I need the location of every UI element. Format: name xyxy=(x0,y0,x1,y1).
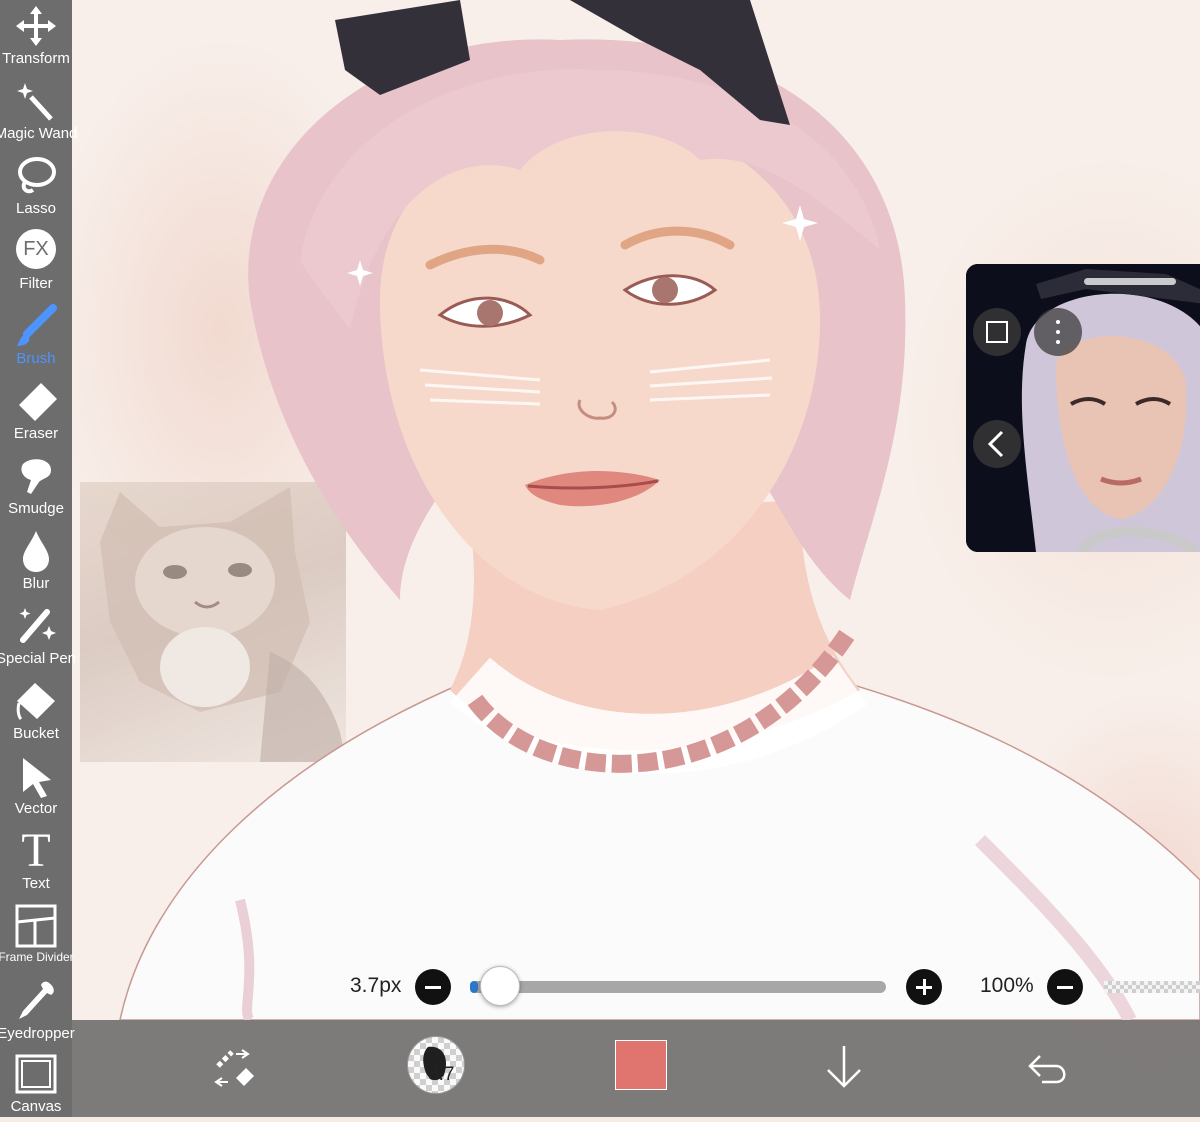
more-dots-icon[interactable] xyxy=(1034,308,1082,356)
tool-label: Eraser xyxy=(13,425,59,442)
opacity-slider[interactable] xyxy=(1104,981,1200,993)
brush-thumbnail-value: 3.7 xyxy=(428,1064,455,1085)
tool-label: Smudge xyxy=(8,500,64,517)
tool-eraser[interactable]: Eraser xyxy=(0,375,72,449)
tool-magic-wand[interactable]: Magic Wand xyxy=(0,75,77,149)
brush-size-minus-button[interactable] xyxy=(415,969,451,1005)
pip-handle[interactable] xyxy=(1084,278,1176,285)
tool-label: Frame Divider xyxy=(0,950,74,964)
fx-icon: FX xyxy=(16,229,56,269)
text-icon: T xyxy=(21,824,51,877)
picture-in-picture-video[interactable] xyxy=(966,264,1200,552)
vector-arrow-icon xyxy=(23,758,51,798)
stop-square-icon[interactable] xyxy=(973,308,1021,356)
tool-filter[interactable]: FX Filter xyxy=(0,225,72,299)
brush-icon xyxy=(17,304,57,346)
color-swatch[interactable] xyxy=(615,1040,667,1090)
bucket-icon xyxy=(16,683,55,721)
tool-label: Magic Wand xyxy=(0,125,78,142)
tool-eyedropper[interactable]: Eyedropper xyxy=(0,975,75,1049)
tool-smudge[interactable]: Smudge xyxy=(0,450,72,524)
tool-label: Bucket xyxy=(13,725,59,742)
brush-size-label: 3.7px xyxy=(350,974,402,997)
brush-size-slider-thumb[interactable] xyxy=(479,966,520,1006)
tool-label: Brush xyxy=(16,350,56,367)
tool-frame-divider[interactable]: Frame Divider xyxy=(0,900,74,974)
tool-label: Blur xyxy=(22,575,50,592)
brush-thumbnail[interactable]: 3.7 xyxy=(407,1036,465,1094)
lasso-icon xyxy=(18,157,56,194)
tool-label: Eyedropper xyxy=(0,1025,75,1042)
tool-bucket[interactable]: Bucket xyxy=(0,675,72,749)
smudge-icon xyxy=(21,459,51,494)
tool-brush[interactable]: Brush xyxy=(0,300,72,374)
tool-label: Vector xyxy=(14,800,58,817)
tool-sidebar: Transform Magic Wand Lasso FX Filter Bru… xyxy=(0,0,77,1117)
drawing-canvas[interactable] xyxy=(72,0,1200,1117)
pip-video-frame xyxy=(966,264,1200,552)
eraser-icon xyxy=(19,383,57,421)
back-chevron-icon[interactable] xyxy=(973,420,1021,468)
layer-down-arrow-icon[interactable] xyxy=(814,1038,874,1098)
bottom-toolbar: 3.7 xyxy=(72,1020,1200,1117)
tool-lasso[interactable]: Lasso xyxy=(0,150,72,224)
tool-text[interactable]: T Text xyxy=(0,825,72,899)
opacity-label: 100% xyxy=(980,974,1034,997)
blur-drop-icon xyxy=(23,531,49,572)
frame-divider-icon xyxy=(15,904,57,948)
tool-vector[interactable]: Vector xyxy=(0,750,72,824)
brush-size-fill xyxy=(470,981,479,993)
tool-canvas[interactable]: Canvas xyxy=(0,1048,72,1122)
tool-label: Transform xyxy=(2,50,70,67)
tool-blur[interactable]: Blur xyxy=(0,525,72,599)
opacity-minus-button[interactable] xyxy=(1047,969,1083,1005)
tool-label: Lasso xyxy=(15,200,57,217)
tool-label: Special Pen xyxy=(0,650,77,667)
brush-size-slider[interactable] xyxy=(470,981,886,993)
swap-brush-eraser-icon[interactable] xyxy=(204,1038,264,1098)
canvas-icon xyxy=(15,1054,57,1094)
magic-wand-icon xyxy=(17,83,53,121)
tool-label: Filter xyxy=(19,275,53,292)
move-arrows-icon xyxy=(16,6,56,46)
eyedropper-icon xyxy=(19,981,54,1019)
tool-label: Text xyxy=(22,875,50,892)
undo-icon[interactable] xyxy=(1018,1038,1078,1098)
brush-size-plus-button[interactable] xyxy=(906,969,942,1005)
tool-transform[interactable]: Transform xyxy=(0,0,72,74)
special-pen-icon xyxy=(19,608,56,643)
tool-label: Canvas xyxy=(10,1098,62,1115)
tool-special-pen[interactable]: Special Pen xyxy=(0,600,76,674)
